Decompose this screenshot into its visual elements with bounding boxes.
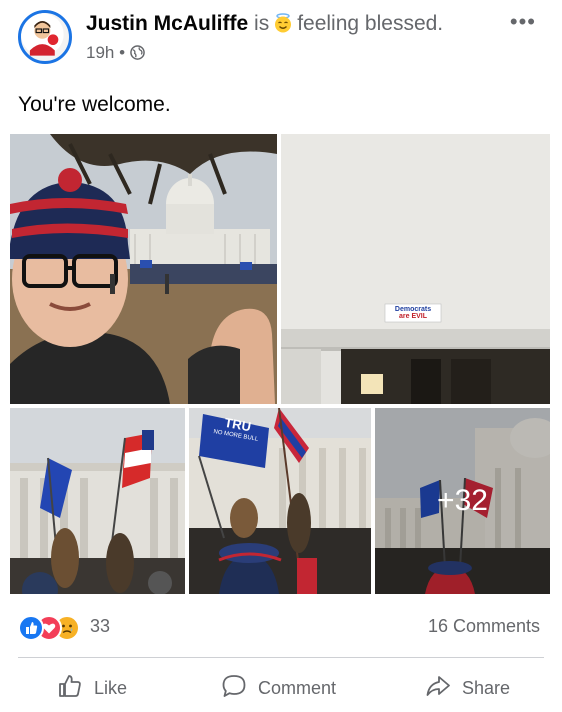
share-arrow-icon [424, 672, 452, 705]
comment-label: Comment [258, 677, 337, 698]
like-reaction-icon [18, 615, 44, 641]
post-meta: 19h • [86, 42, 145, 64]
like-label: Like [94, 677, 128, 698]
author-name[interactable]: Justin McAuliffe [86, 12, 248, 35]
photo-crowd-trump-flag[interactable]: TRU NO MORE BULL [189, 408, 371, 594]
share-label: Share [462, 677, 511, 698]
author-avatar[interactable] [18, 10, 72, 64]
post-caption: You're welcome. [18, 93, 171, 116]
thumbs-up-icon [56, 672, 84, 705]
sticker: Democrats are EVIL [385, 304, 441, 322]
photo-selfie-capitol[interactable] [10, 134, 277, 404]
sticker-line2: are EVIL [398, 313, 427, 320]
like-button[interactable]: Like [56, 668, 127, 708]
photo-more-overlay[interactable]: +32 [375, 408, 550, 594]
activity-prefix: is [254, 12, 270, 35]
comment-button[interactable]: Comment [220, 668, 336, 708]
sticker-line1: Democrats [394, 306, 432, 313]
more-options-icon[interactable]: ••• [510, 11, 536, 33]
halo-smile-icon [273, 13, 293, 33]
action-bar: Like Comment Share [0, 668, 562, 708]
more-photos-overlay[interactable]: +32 [375, 408, 550, 594]
photo-capitol-flags[interactable] [10, 408, 185, 594]
post-header: Justin McAuliffe is feeling blessed. 19h… [0, 0, 562, 80]
reaction-stats: 33 16 Comments [18, 614, 544, 641]
globe-icon [129, 44, 145, 60]
author-line: Justin McAuliffe is feeling blessed. [86, 10, 443, 38]
comments-count[interactable]: 16 Comments [428, 616, 540, 637]
comment-bubble-icon [220, 672, 248, 705]
share-button[interactable]: Share [424, 668, 510, 708]
photo-grid: Democrats are EVIL TRU NO MORE BULL +32 [10, 134, 550, 594]
reaction-count: 33 [90, 616, 111, 636]
meta-separator: • [119, 43, 126, 62]
actions-divider [18, 657, 544, 658]
photo-wall-sticker[interactable]: Democrats are EVIL [281, 134, 550, 404]
avatar-image [21, 13, 64, 56]
post-time[interactable]: 19h [86, 43, 114, 62]
more-photos-count: +32 [437, 484, 488, 517]
feeling-text: feeling blessed. [297, 12, 444, 35]
